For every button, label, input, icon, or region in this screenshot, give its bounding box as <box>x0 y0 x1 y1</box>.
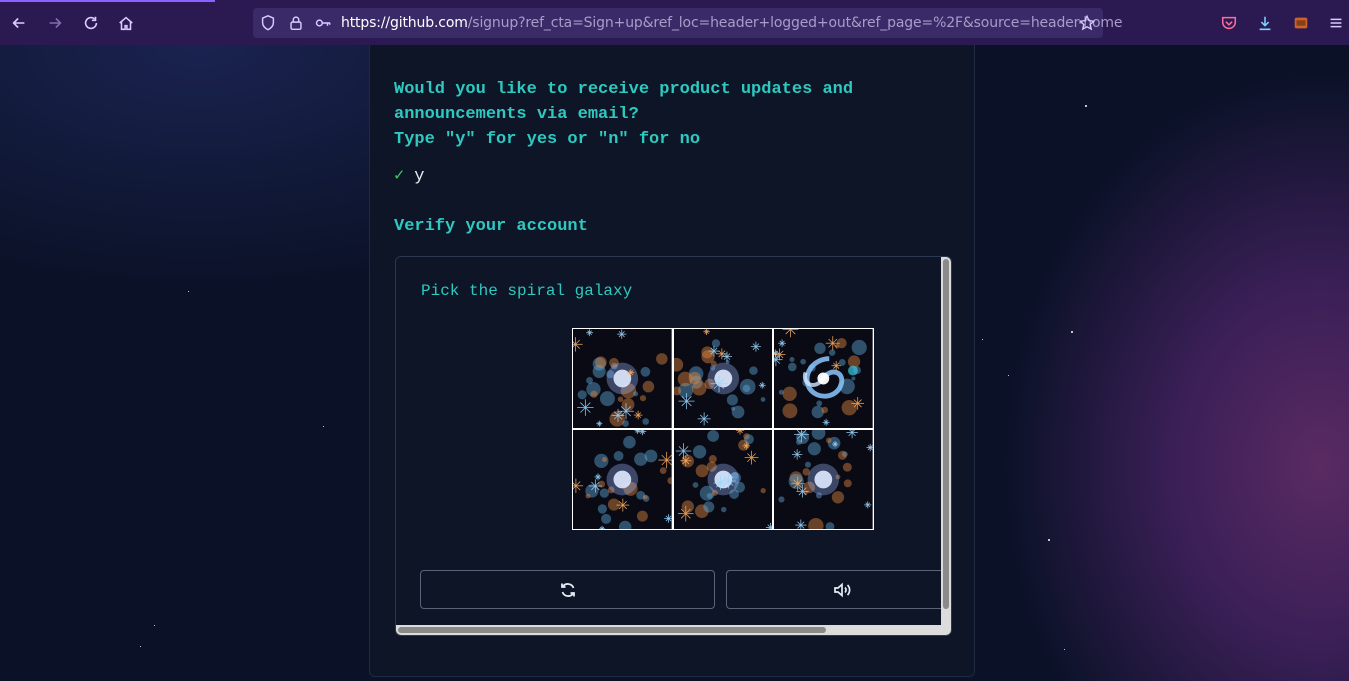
galaxy-image <box>573 430 672 529</box>
reload-challenge-button[interactable] <box>420 570 715 609</box>
galaxy-image <box>673 329 773 428</box>
pocket-icon[interactable] <box>1218 12 1240 34</box>
refresh-icon <box>560 582 575 597</box>
background-star <box>140 646 141 647</box>
audio-challenge-button[interactable] <box>726 570 951 609</box>
download-icon[interactable] <box>1254 12 1276 34</box>
back-arrow-icon[interactable] <box>8 12 30 34</box>
galaxy-image <box>774 430 873 529</box>
horizontal-scrollbar-thumb[interactable] <box>398 627 826 633</box>
background-star <box>1071 331 1073 333</box>
extension-icon[interactable] <box>1290 12 1312 34</box>
captcha-tile-6[interactable] <box>774 430 873 529</box>
captcha-frame: Pick the spiral galaxy <box>395 256 952 636</box>
vertical-scrollbar-thumb[interactable] <box>943 259 949 609</box>
galaxy-image <box>673 430 773 529</box>
page-background: Would you like to receive product update… <box>0 45 1349 681</box>
star-icon[interactable] <box>1078 14 1096 32</box>
speaker-icon <box>834 582 851 597</box>
menu-icon[interactable] <box>1325 12 1347 34</box>
captcha-tile-5[interactable] <box>673 430 773 529</box>
galaxy-image <box>573 329 672 428</box>
url-host: https://github.com <box>341 15 468 31</box>
url-text[interactable]: https://github.com/signup?ref_cta=Sign+u… <box>341 15 1123 31</box>
background-star <box>188 291 189 292</box>
captcha-tile-3[interactable] <box>774 329 873 428</box>
question-line: Type "y" for yes or "n" for no <box>394 130 701 149</box>
captcha-tile-2[interactable] <box>673 329 773 428</box>
background-star <box>1048 539 1050 541</box>
captcha-tile-4[interactable] <box>573 430 672 529</box>
page-load-progress <box>0 0 215 2</box>
lock-icon[interactable] <box>287 14 305 32</box>
email-updates-question: Would you like to receive product update… <box>394 77 914 152</box>
audio-button-inner <box>727 580 951 600</box>
background-star <box>1008 375 1009 376</box>
url-path: /signup?ref_cta=Sign+up&ref_loc=header+l… <box>467 15 1123 31</box>
vertical-scrollbar[interactable] <box>941 257 951 625</box>
question-line: announcements via email? <box>394 105 639 124</box>
background-star <box>1085 105 1087 107</box>
horizontal-scrollbar[interactable] <box>396 625 951 635</box>
shield-icon[interactable] <box>259 14 277 32</box>
checkmark-icon: ✓ <box>394 167 405 186</box>
galaxy-image <box>774 329 873 428</box>
email-updates-answer: ✓ y <box>394 165 424 186</box>
background-star <box>323 426 324 427</box>
signup-card: Would you like to receive product update… <box>369 45 975 677</box>
background-star <box>982 339 983 340</box>
captcha-prompt: Pick the spiral galaxy <box>421 282 633 300</box>
key-icon[interactable] <box>314 14 332 32</box>
background-star <box>154 625 155 626</box>
question-line: Would you like to receive product update… <box>394 80 854 99</box>
captcha-image-grid <box>572 328 874 530</box>
verify-heading: Verify your account <box>394 217 588 236</box>
forward-arrow-icon[interactable] <box>44 12 66 34</box>
browser-toolbar: https://github.com/signup?ref_cta=Sign+u… <box>0 0 1349 46</box>
reload-icon[interactable] <box>80 12 102 34</box>
home-icon[interactable] <box>115 12 137 34</box>
captcha-tile-1[interactable] <box>573 329 672 428</box>
url-bar[interactable]: https://github.com/signup?ref_cta=Sign+u… <box>253 8 1123 38</box>
answer-value: y <box>414 167 425 186</box>
background-star <box>1064 649 1065 650</box>
